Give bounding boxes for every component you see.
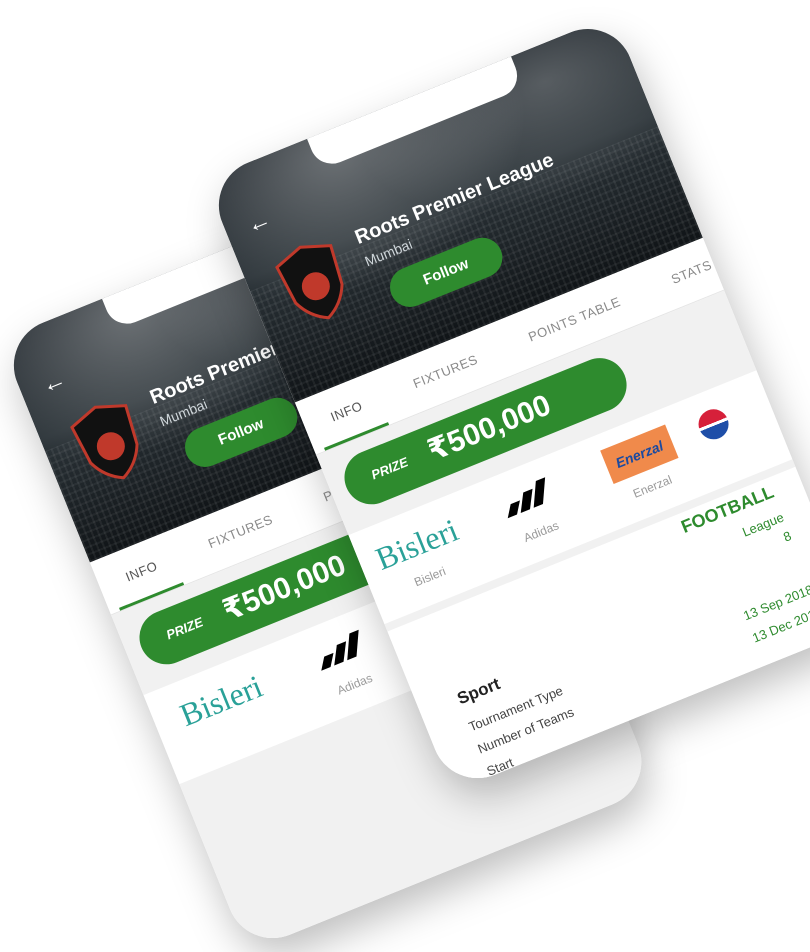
league-format-value: League (740, 509, 786, 540)
info-row: Number of Teams 13 Dec 2018 (475, 604, 810, 757)
sport-label: Sport (454, 674, 503, 709)
partial-sponsor-logo (694, 404, 734, 444)
sponsor-adidas[interactable]: Adidas (474, 460, 591, 557)
sponsor-bisleri[interactable]: Bisleri Bisleri (362, 505, 479, 602)
prize-label: PRIZE (369, 454, 411, 483)
bisleri-logo: Bisleri (174, 667, 268, 733)
prize-label: PRIZE (164, 614, 206, 643)
teams-count-value: 8 (781, 528, 794, 545)
back-arrow-icon[interactable]: ← (243, 205, 275, 239)
back-arrow-icon[interactable]: ← (38, 365, 70, 399)
sponsor-partial[interactable] (687, 396, 741, 452)
sponsor-enerzal[interactable]: Enerzal Enerzal (585, 415, 702, 512)
sponsor-bisleri[interactable]: Bisleri (167, 661, 276, 739)
